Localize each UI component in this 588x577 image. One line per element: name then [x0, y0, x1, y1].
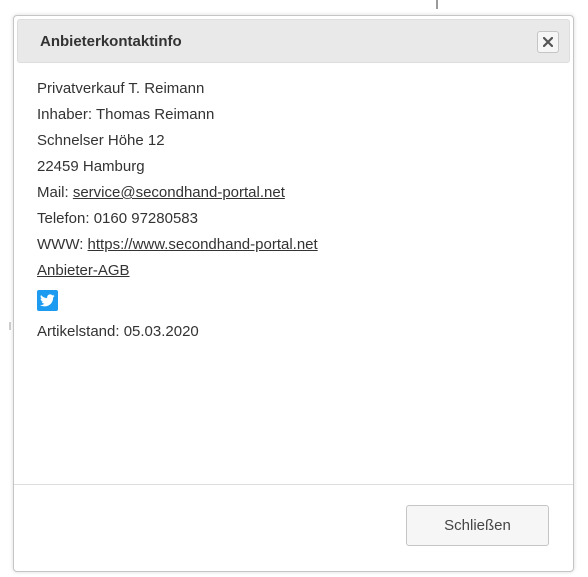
www-label: WWW:	[37, 236, 88, 253]
street-address: Schnelser Höhe 12	[37, 132, 165, 149]
mail-link[interactable]: service@secondhand-portal.net	[73, 184, 285, 201]
close-dialog-button[interactable]: Schließen	[406, 505, 549, 546]
phone-line: Telefon: 0160 97280583	[37, 210, 198, 227]
company-name: Privatverkauf T. Reimann	[37, 80, 205, 97]
vendor-contact-dialog: Anbieterkontaktinfo Privatverkauf T. Rei…	[13, 15, 574, 572]
dialog-title: Anbieterkontaktinfo	[40, 33, 182, 50]
owner-name: Inhaber: Thomas Reimann	[37, 106, 215, 123]
agb-line: Anbieter-AGB	[37, 262, 318, 288]
background-divider	[9, 322, 11, 330]
city-address: 22459 Hamburg	[37, 158, 145, 175]
background-divider	[436, 0, 438, 9]
close-button[interactable]	[537, 31, 559, 53]
dialog-titlebar: Anbieterkontaktinfo	[17, 19, 570, 63]
www-link[interactable]: https://www.secondhand-portal.net	[88, 236, 318, 253]
twitter-icon[interactable]	[37, 290, 58, 311]
mail-line: Mail: service@secondhand-portal.net	[37, 184, 318, 210]
close-icon	[543, 37, 553, 47]
footer-divider	[14, 484, 573, 485]
www-line: WWW: https://www.secondhand-portal.net	[37, 236, 318, 262]
contact-info: Privatverkauf T. Reimann Inhaber: Thomas…	[37, 80, 318, 349]
article-date: Artikelstand: 05.03.2020	[37, 323, 199, 340]
mail-label: Mail:	[37, 184, 73, 201]
background-fragment	[130, 0, 200, 5]
agb-link[interactable]: Anbieter-AGB	[37, 262, 130, 279]
